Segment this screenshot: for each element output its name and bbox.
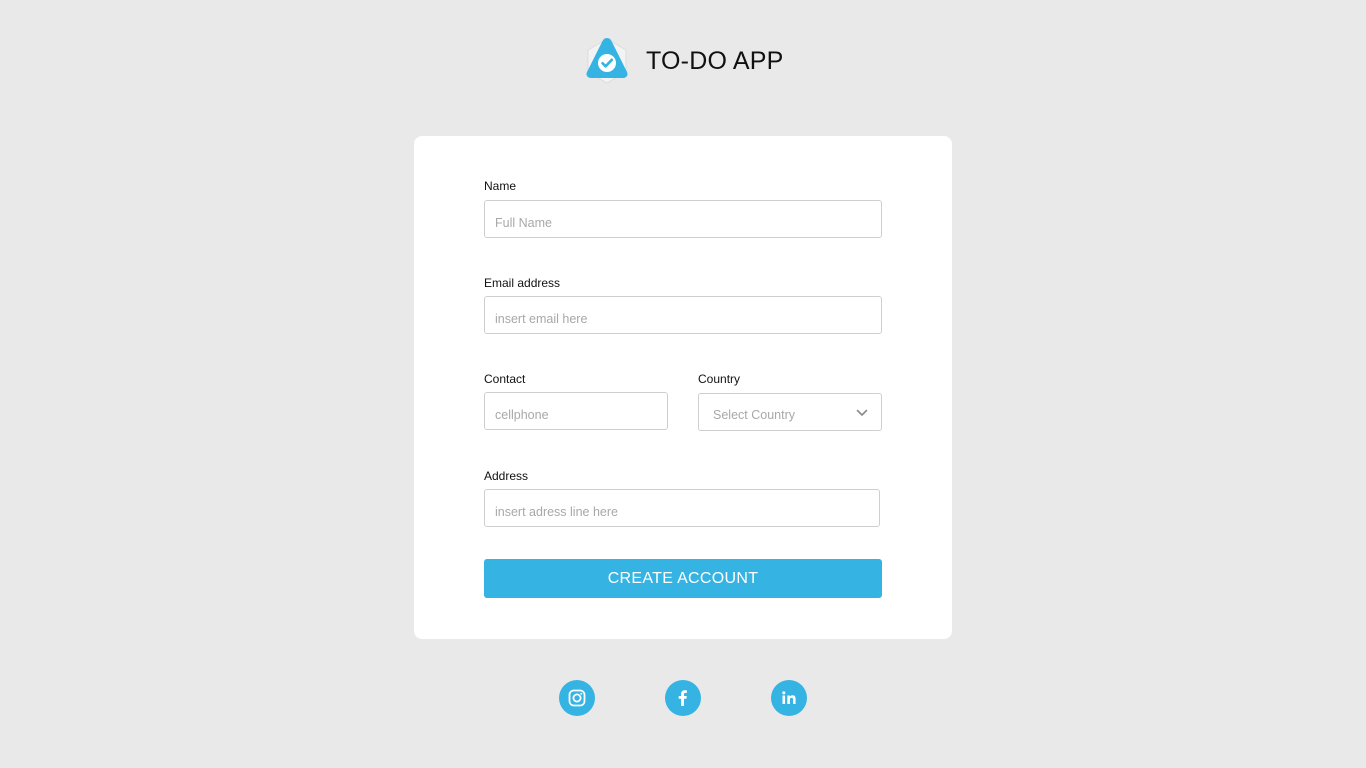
create-account-button[interactable]: CREATE ACCOUNT xyxy=(484,559,882,598)
instagram-link[interactable] xyxy=(559,680,595,716)
name-input[interactable] xyxy=(484,200,882,238)
signup-page: TO-DO APP Name Email address Contact Cou… xyxy=(0,0,1366,768)
linkedin-link[interactable] xyxy=(771,680,807,716)
contact-input[interactable] xyxy=(484,392,668,430)
contact-label: Contact xyxy=(484,372,526,386)
country-label: Country xyxy=(698,372,741,386)
facebook-link[interactable] xyxy=(665,680,701,716)
signup-card: Name Email address Contact Country Selec… xyxy=(414,136,952,639)
country-select-value: Select Country xyxy=(713,408,795,422)
app-title: TO-DO APP xyxy=(646,47,784,75)
checkmark-badge-icon xyxy=(586,38,628,84)
email-input[interactable] xyxy=(484,296,882,334)
facebook-icon xyxy=(678,690,687,706)
address-input[interactable] xyxy=(484,489,880,527)
email-label: Email address xyxy=(484,276,561,290)
chevron-down-icon xyxy=(856,409,868,416)
brand-header: TO-DO APP xyxy=(584,36,783,86)
instagram-icon xyxy=(568,689,586,707)
address-label: Address xyxy=(484,469,529,483)
name-label: Name xyxy=(484,179,517,193)
country-select[interactable]: Select Country xyxy=(698,393,882,431)
linkedin-icon xyxy=(782,691,796,704)
